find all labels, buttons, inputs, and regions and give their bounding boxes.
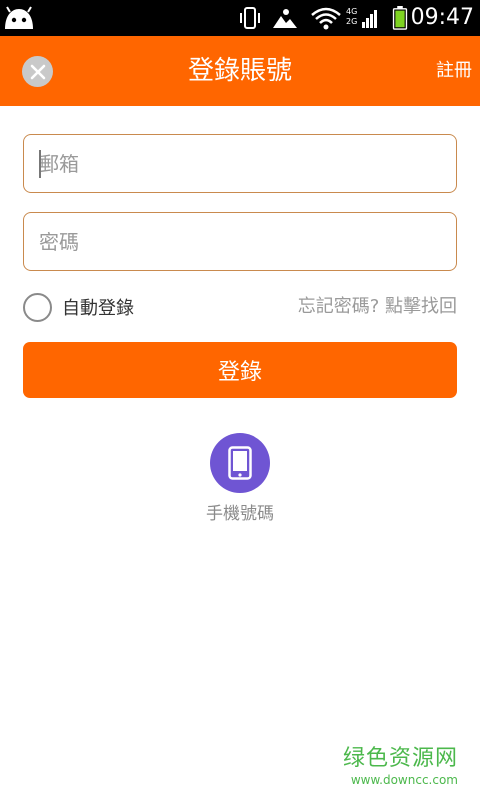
mobile-phone-icon xyxy=(228,446,252,480)
signal-icon xyxy=(362,10,377,28)
watermark-url: www.downcc.com xyxy=(350,773,458,787)
phone-login-button[interactable] xyxy=(210,433,270,493)
auto-login-label: 自動登錄 xyxy=(62,298,134,319)
auto-login-toggle[interactable]: 自動登錄 xyxy=(23,292,134,322)
status-bar: 4G 2G 09:47 xyxy=(0,0,480,36)
phone-login-label: 手機號碼 xyxy=(206,504,274,524)
auto-login-checkbox[interactable] xyxy=(23,292,52,322)
login-button[interactable]: 登錄 xyxy=(23,342,457,398)
battery-icon xyxy=(392,6,408,30)
app-bar: 登錄賬號 註冊 xyxy=(0,36,480,106)
android-icon xyxy=(5,6,33,29)
wifi-icon xyxy=(311,7,341,30)
password-field[interactable] xyxy=(23,212,457,271)
vibrate-icon xyxy=(240,7,260,29)
watermark-text: 绿色资源网 xyxy=(342,746,458,771)
page-title: 登錄賬號 xyxy=(187,56,292,86)
status-time: 09:47 xyxy=(410,5,474,30)
watermark: 绿色资源网 www.downcc.com xyxy=(343,745,458,787)
image-icon xyxy=(273,9,297,28)
forgot-password-link[interactable]: 忘記密碼? 點擊找回 xyxy=(298,293,457,321)
email-field[interactable] xyxy=(23,134,457,193)
text-cursor xyxy=(39,150,41,178)
register-link[interactable]: 註冊 xyxy=(436,58,472,84)
phone-login-option[interactable]: 手機號碼 xyxy=(190,433,290,524)
network-type: 4G 2G xyxy=(346,7,358,26)
